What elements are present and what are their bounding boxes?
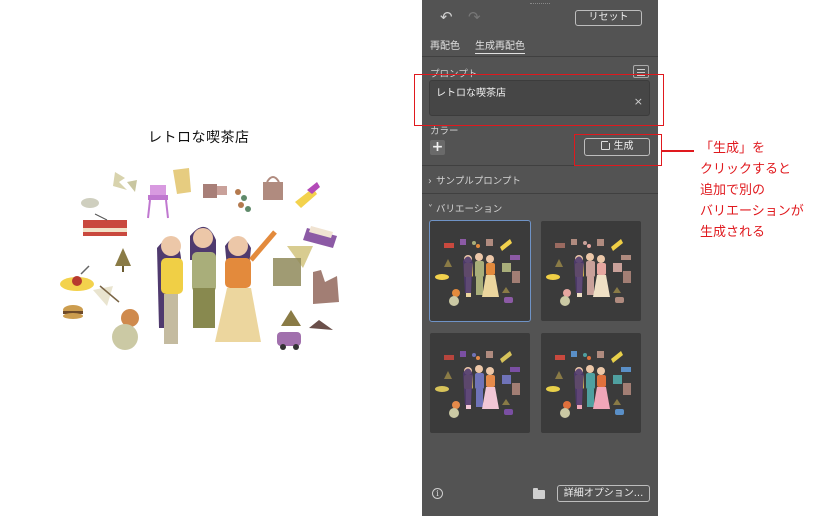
artboard-title: レトロな喫茶店 <box>148 130 250 146</box>
annotation-line-1: 「生成」を <box>700 141 766 156</box>
reset-button[interactable]: リセット <box>575 10 642 26</box>
chevron-down-icon: ˅ <box>428 204 433 215</box>
variation-preview <box>546 239 631 306</box>
chevron-right-icon: › <box>428 176 432 187</box>
advanced-options-button[interactable]: 詳細オプション... <box>557 485 650 502</box>
callout-connector <box>662 150 694 152</box>
sample-prompts-header[interactable]: › サンプルプロンプト <box>428 173 521 187</box>
variation-thumbnail-3[interactable] <box>430 333 530 433</box>
variation-thumbnail-4[interactable] <box>541 333 641 433</box>
variations-header[interactable]: ˅ バリエーション <box>428 201 502 215</box>
variation-preview <box>435 239 520 306</box>
undo-icon[interactable]: ↶ <box>440 10 453 25</box>
redo-icon[interactable]: ↷ <box>468 10 481 25</box>
tab-generative-recolor[interactable]: 生成再配色 <box>475 37 525 54</box>
annotation-line-4: バリエーションが <box>700 204 804 219</box>
variation-preview <box>546 351 631 418</box>
cafe-illustration <box>60 168 339 350</box>
tab-recolor[interactable]: 再配色 <box>430 37 460 52</box>
annotation-line-3: 追加で別の <box>700 183 766 198</box>
panel-grip[interactable] <box>530 3 550 5</box>
info-icon[interactable]: i <box>432 488 443 499</box>
divider <box>422 56 658 57</box>
variations-label: バリエーション <box>436 204 503 215</box>
artboard: レトロな喫茶店 <box>0 0 420 516</box>
annotation-line-2: クリックすると <box>700 162 792 177</box>
variation-preview <box>435 351 520 418</box>
divider <box>422 193 658 194</box>
generate-highlight-box <box>574 134 662 166</box>
prompt-highlight-box <box>414 74 664 126</box>
add-color-icon[interactable]: + <box>430 140 445 155</box>
folder-icon[interactable] <box>533 488 545 499</box>
variation-thumbnail-2[interactable] <box>541 221 641 321</box>
variation-thumbnail-1[interactable] <box>429 220 531 322</box>
annotation-note: 「生成」を クリックすると 追加で別の バリエーションが 生成される <box>700 138 836 243</box>
annotation-line-5: 生成される <box>700 225 766 240</box>
sample-prompts-label: サンプルプロンプト <box>436 176 521 187</box>
